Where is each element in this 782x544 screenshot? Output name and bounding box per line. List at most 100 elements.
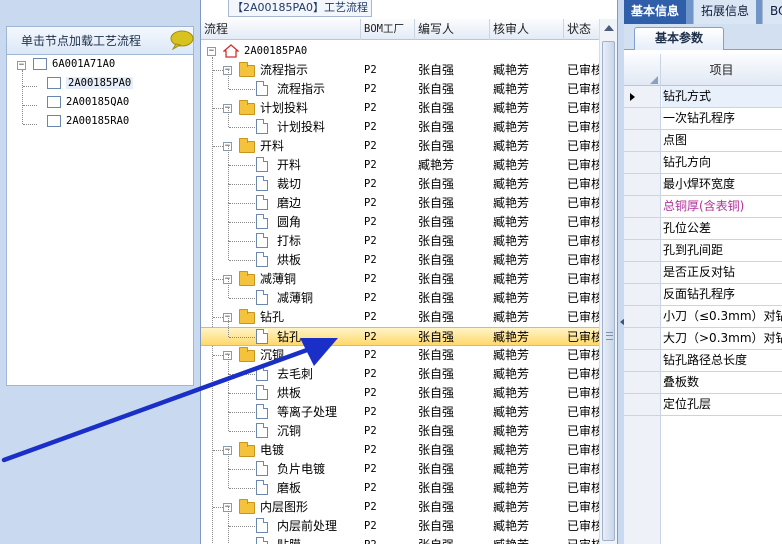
row-selector[interactable] xyxy=(624,130,661,151)
grid-row-step[interactable]: 减薄铜 P2 张自强 臧艳芳 已审核 xyxy=(201,279,599,308)
property-row[interactable]: 总铜厚(含表铜) xyxy=(624,196,782,218)
row-bom: P2 xyxy=(364,368,377,380)
subtab-basic-params[interactable]: 基本参数 xyxy=(634,27,724,50)
row-selector[interactable] xyxy=(624,108,661,129)
property-row[interactable]: 大刀（>0.3mm）对钻孔 xyxy=(624,328,782,350)
document-icon xyxy=(256,290,268,305)
process-grid: −2A00185PA0− 流程指示 P2 张自强 臧艳芳 已审核 流程指示 P2 张自强 臧艳芳已… xyxy=(201,40,599,544)
property-row[interactable]: 最小焊环宽度 xyxy=(624,174,782,196)
grid-row-step[interactable]: 去毛刺 P2 张自强 臧艳芳 已审核 xyxy=(201,355,599,384)
scroll-up-icon[interactable] xyxy=(604,25,614,31)
row-selector[interactable] xyxy=(624,350,661,371)
properties-subtabs: 基本参数 xyxy=(624,24,782,50)
tree-node-child[interactable]: 2A00185QA0 xyxy=(47,96,129,113)
grid-row-group[interactable]: − 沉铜 P2 张自强 臧艳芳 已审核 xyxy=(201,346,599,365)
grid-row-group[interactable]: − 电镀 P2 张自强 臧艳芳 已审核 xyxy=(201,441,599,460)
property-row[interactable]: 孔到孔间距 xyxy=(624,240,782,262)
grid-row-step[interactable]: 流程指示 P2 张自强 臧艳芳 已审核 xyxy=(201,70,599,99)
grid-row-step[interactable]: 磨板 P2 张自强 臧艳芳 已审核 xyxy=(201,469,599,498)
grid-row-group[interactable]: − 钻孔 P2 张自强 臧艳芳 已审核 xyxy=(201,308,599,327)
row-status: 已审核 xyxy=(567,462,599,476)
row-status: 已审核 xyxy=(567,519,599,533)
property-row[interactable]: 孔位公差 xyxy=(624,218,782,240)
column-header-status[interactable]: 状态 xyxy=(564,19,599,40)
tree-expander[interactable]: − xyxy=(207,47,216,56)
grid-row-step[interactable]: 裁切 P2 张自强 臧艳芳 已审核 xyxy=(201,165,599,194)
grid-row-step[interactable]: 打标 P2 张自强 臧艳芳 已审核 xyxy=(201,222,599,251)
row-writer: 张自强 xyxy=(418,63,455,77)
tree-node-child[interactable]: 2A00185PA0 xyxy=(47,77,134,94)
property-row[interactable]: 定位孔层 xyxy=(624,394,782,416)
row-status: 已审核 xyxy=(567,158,599,172)
grid-row-group[interactable]: − 流程指示 P2 张自强 臧艳芳 已审核 xyxy=(201,61,599,80)
row-selector[interactable] xyxy=(624,394,661,415)
home-icon xyxy=(223,44,239,58)
tree-node-root[interactable]: 6A001A71A0 xyxy=(33,58,115,75)
grid-row-step[interactable]: 内层前处理 P2 张自强 臧艳芳 已审核 xyxy=(201,507,599,536)
row-selector[interactable] xyxy=(624,240,661,261)
grid-row-step[interactable]: 钻孔 P2 张自强 臧艳芳 已审核 xyxy=(201,318,599,346)
row-selector[interactable] xyxy=(624,306,661,327)
tab-basic-info[interactable]: 基本信息 xyxy=(624,0,687,24)
row-selector[interactable] xyxy=(624,372,661,393)
column-header-reviewer[interactable]: 核审人 xyxy=(490,19,564,40)
grid-row-step[interactable]: 磨边 P2 张自强 臧艳芳 已审核 xyxy=(201,184,599,213)
property-row[interactable]: 钻孔方式 xyxy=(624,86,782,108)
row-reviewer: 臧艳芳 xyxy=(493,519,530,533)
process-title-tab[interactable]: 【2A00185PA0】工艺流程 xyxy=(228,0,372,17)
property-row[interactable]: 小刀（≤0.3mm）对钻孔 xyxy=(624,306,782,328)
grid-row-step[interactable]: 贴膜P2 张自强臧艳芳已审核 xyxy=(201,526,599,544)
row-selector[interactable] xyxy=(624,196,661,217)
row-selector[interactable] xyxy=(624,328,661,349)
grid-row-root[interactable]: − 2A00185PA0 xyxy=(201,42,599,61)
row-selector[interactable] xyxy=(624,262,661,283)
grid-row-step[interactable]: 计划投料 P2 张自强 臧艳芳 已审核 xyxy=(201,108,599,137)
tree-node-child[interactable]: 2A00185RA0 xyxy=(47,115,129,132)
grid-row-step[interactable]: 烘板 P2 张自强 臧艳芳 已审核 xyxy=(201,241,599,270)
grid-row-step[interactable]: 等离子处理 P2 张自强 臧艳芳 已审核 xyxy=(201,393,599,422)
property-row[interactable]: 一次钻孔程序 xyxy=(624,108,782,130)
property-row[interactable]: 钻孔路径总长度 xyxy=(624,350,782,372)
row-selector[interactable] xyxy=(624,218,661,239)
grid-row-group[interactable]: − 减薄铜 P2 张自强 臧艳芳 已审核 xyxy=(201,270,599,289)
grid-row-group[interactable]: − 计划投料 P2 张自强 臧艳芳 已审核 xyxy=(201,99,599,118)
row-reviewer: 臧艳芳 xyxy=(493,158,530,172)
property-row[interactable]: 钻孔方向 xyxy=(624,152,782,174)
property-row[interactable]: 点图 xyxy=(624,130,782,152)
speech-bubble-icon[interactable] xyxy=(170,30,194,50)
row-selector[interactable] xyxy=(624,284,661,305)
row-label: 沉铜 xyxy=(277,424,302,438)
column-header-writer[interactable]: 编写人 xyxy=(415,19,490,40)
grid-row-group[interactable]: − 内层图形 P2 张自强 臧艳芳 已审核 xyxy=(201,498,599,517)
property-row[interactable]: 叠板数 xyxy=(624,372,782,394)
tab-extended-info[interactable]: 拓展信息 xyxy=(693,0,757,24)
row-selector[interactable] xyxy=(624,152,661,173)
row-label: 贴膜 xyxy=(277,536,361,544)
document-icon xyxy=(256,518,268,533)
property-row[interactable]: 反面钻孔程序 xyxy=(624,284,782,306)
column-header-flow[interactable]: 流程 xyxy=(201,19,361,40)
row-bom: P2 xyxy=(364,536,414,544)
property-row[interactable]: 是否正反对钻 xyxy=(624,262,782,284)
grid-row-step[interactable]: 开料 P2 臧艳芳 臧艳芳 已审核 xyxy=(201,146,599,175)
row-selector[interactable] xyxy=(624,174,661,195)
tab-bom[interactable]: BOM xyxy=(762,0,782,24)
grid-row-group[interactable]: − 开料 P2 张自强 臧艳芳 已审核 xyxy=(201,137,599,156)
document-icon xyxy=(256,176,268,191)
tree-expander[interactable]: − xyxy=(17,61,26,70)
row-selector-header[interactable] xyxy=(624,54,661,86)
row-bom: P2 xyxy=(364,159,377,171)
property-label: 孔位公差 xyxy=(663,221,712,235)
grid-row-step[interactable]: 沉铜 P2 张自强 臧艳芳 已审核 xyxy=(201,412,599,441)
vertical-scrollbar[interactable] xyxy=(599,19,617,544)
row-writer: 张自强 xyxy=(418,234,455,248)
row-bom: P2 xyxy=(364,178,377,190)
column-header-bom[interactable]: BOM工厂 xyxy=(361,19,415,40)
row-selector[interactable] xyxy=(624,86,661,107)
grid-row-step[interactable]: 烘板 P2 张自强 臧艳芳 已审核 xyxy=(201,374,599,403)
grid-row-step[interactable]: 负片电镀 P2 张自强 臧艳芳 已审核 xyxy=(201,450,599,479)
grid-row-step[interactable]: 圆角 P2 张自强 臧艳芳 已审核 xyxy=(201,203,599,232)
column-header-item[interactable]: 项目 xyxy=(661,54,782,86)
scrollbar-thumb[interactable] xyxy=(602,41,615,541)
row-label: 去毛刺 xyxy=(277,367,314,381)
